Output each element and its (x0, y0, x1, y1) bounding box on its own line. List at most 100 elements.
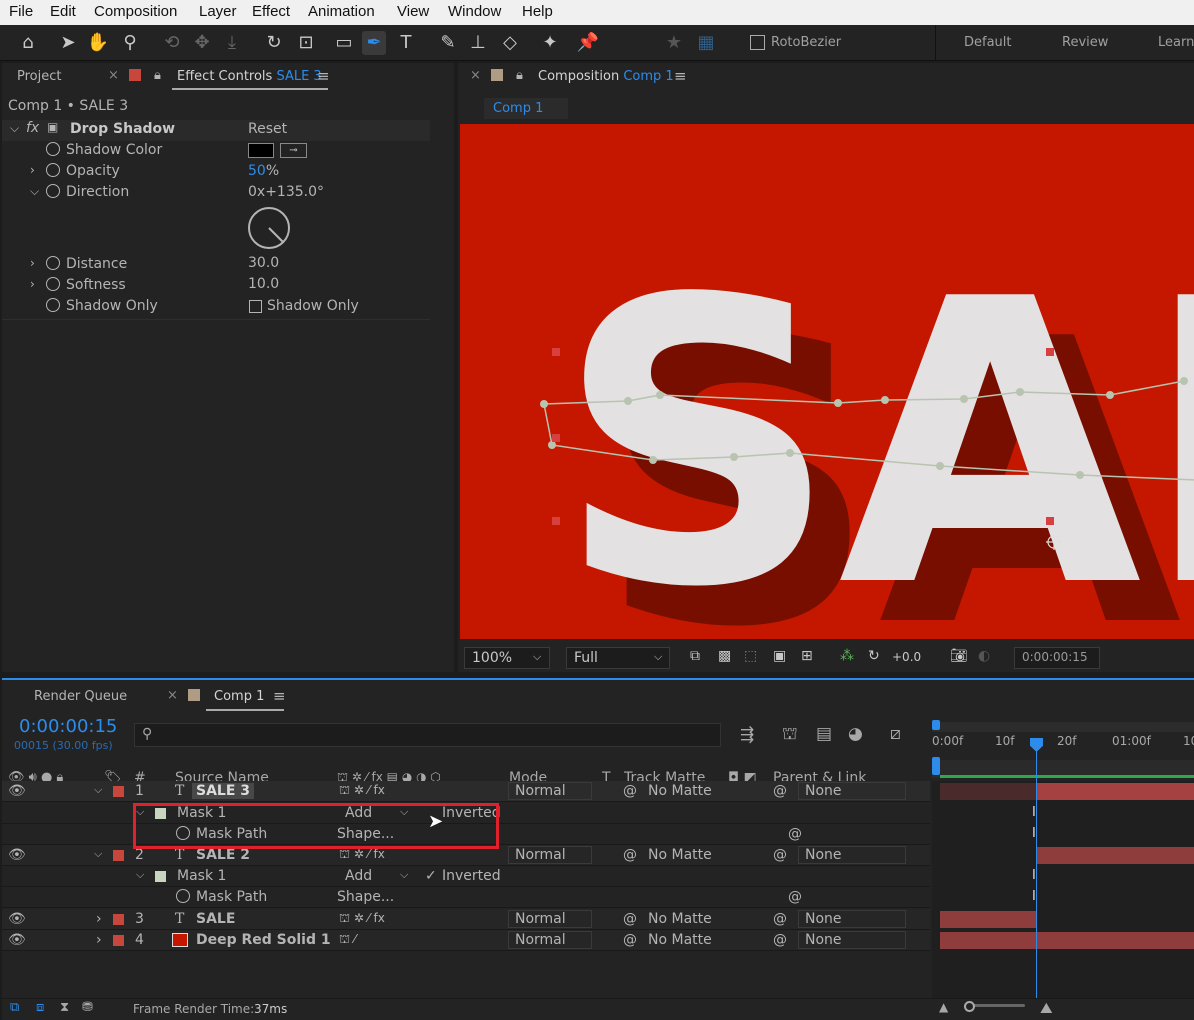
orbit-camera-icon[interactable]: ⟲ (160, 31, 184, 55)
mask-path-overlay[interactable]: SAL SAL (460, 124, 1194, 639)
track-matte-dropdown[interactable]: No Matte (648, 847, 712, 863)
menu-file[interactable]: File (9, 3, 33, 20)
chevron-down-icon[interactable]: ⌵ (94, 783, 102, 797)
layer-duration-bar[interactable] (1036, 783, 1194, 800)
chevron-right-icon[interactable]: › (30, 163, 35, 177)
fx-icon[interactable]: fx (26, 120, 39, 136)
eye-icon[interactable]: 👁︎ (8, 847, 26, 863)
softness-value[interactable]: 10.0 (248, 276, 279, 292)
region-of-interest-icon[interactable]: ▣ (773, 648, 786, 664)
clone-stamp-tool-icon[interactable]: ⊥ (466, 31, 490, 55)
chevron-down-icon[interactable]: ⌵ (136, 868, 144, 882)
mask-inverted-checkbox[interactable]: Inverted (442, 868, 501, 884)
workspace-default[interactable]: Default (964, 35, 1012, 50)
layer-name[interactable]: SALE (196, 911, 235, 927)
pan-behind-tool-icon[interactable]: ⊡ (294, 31, 318, 55)
menu-window[interactable]: Window (448, 3, 501, 20)
stopwatch-icon[interactable] (46, 184, 60, 198)
puppet-pin-tool-icon[interactable]: 📌 (576, 31, 600, 55)
pan-camera-icon[interactable]: ✥ (190, 31, 214, 55)
eye-icon[interactable]: 👁︎ (8, 932, 26, 948)
track-matte-dropdown[interactable]: No Matte (648, 911, 712, 927)
mask-path-shape-link[interactable]: Shape... (337, 889, 394, 905)
time-navigator-start[interactable] (932, 757, 940, 775)
layer-switches[interactable]: ⛫ ✲ ⁄ fx (339, 783, 385, 799)
menu-effect[interactable]: Effect (252, 3, 290, 20)
brush-tool-icon[interactable]: ✎ (436, 31, 460, 55)
layer-label-color[interactable] (113, 935, 124, 946)
parent-dropdown[interactable]: None (798, 931, 906, 949)
selection-tool-icon[interactable]: ➤ (56, 31, 80, 55)
mask-mode-dropdown[interactable]: Add (345, 868, 372, 884)
stopwatch-icon[interactable] (176, 889, 190, 903)
hand-tool-icon[interactable]: ✋ (86, 31, 110, 55)
graph-editor-icon[interactable]: ⧄ (890, 724, 901, 744)
mode-dropdown[interactable]: Normal (508, 910, 592, 928)
pick-whip-icon[interactable]: @ (773, 847, 787, 863)
stopwatch-icon[interactable] (46, 298, 60, 312)
menu-view[interactable]: View (397, 3, 429, 20)
rotobezier-checkbox[interactable] (750, 35, 765, 50)
eraser-tool-icon[interactable]: ◇ (498, 31, 522, 55)
layer-duration-bar-trimmed[interactable] (940, 783, 1036, 800)
pick-whip-icon[interactable]: @ (788, 889, 802, 905)
mask-visibility-icon[interactable]: ⬚ (744, 648, 757, 664)
transparency-grid-icon[interactable]: ▩ (718, 648, 731, 664)
menu-layer[interactable]: Layer (199, 3, 237, 20)
channel-icon[interactable]: ⁂ (840, 648, 854, 664)
pick-whip-icon[interactable]: @ (773, 911, 787, 927)
reset-exposure-icon[interactable]: ↻ (868, 648, 880, 664)
modes-toggle-icon[interactable]: ⧈ (36, 1000, 44, 1015)
work-area-start-handle[interactable] (932, 720, 940, 730)
pen-tool-icon[interactable]: ✒ (362, 31, 386, 55)
stopwatch-icon[interactable] (46, 163, 60, 177)
parent-dropdown[interactable]: None (798, 782, 906, 800)
stopwatch-icon[interactable] (46, 256, 60, 270)
workspace-review[interactable]: Review (1062, 35, 1108, 50)
parent-dropdown[interactable]: None (798, 910, 906, 928)
eyedropper-icon[interactable]: ⊸ (280, 143, 307, 158)
motion-blur-icon[interactable]: ◕ (848, 724, 863, 744)
rectangle-tool-icon[interactable]: ▭ (332, 31, 356, 55)
lock-icon[interactable]: 🔒︎ (154, 68, 161, 83)
direction-dial[interactable] (246, 205, 292, 251)
panel-menu-icon[interactable]: ≡ (317, 67, 330, 85)
workspace-learn[interactable]: Learn (1158, 35, 1194, 50)
chevron-down-icon[interactable]: ⌵ (94, 847, 102, 861)
zoom-in-icon[interactable]: ⛰ (1040, 999, 1053, 1017)
track-area[interactable] (932, 781, 1194, 1001)
menu-composition[interactable]: Composition (94, 3, 177, 20)
layer-label-color[interactable] (113, 914, 124, 925)
layer-switches[interactable]: ⛫ ✲ ⁄ fx (339, 911, 385, 927)
direction-value[interactable]: 0x+135.0° (248, 184, 324, 200)
fast-preview-icon[interactable]: ⧉ (690, 648, 700, 664)
layer-row[interactable]: 👁︎ ⌵ 1 T SALE 3 ⛫ ✲ ⁄ fx Normal @ No Mat… (2, 781, 930, 802)
chevron-down-icon[interactable]: ⌵ (10, 121, 19, 136)
layer-switches[interactable]: ⛫ ⁄ (339, 932, 356, 948)
layer-switches[interactable]: ⛫ ✲ ⁄ fx (339, 847, 385, 863)
tab-effect-controls[interactable]: Effect Controls SALE 3 (177, 69, 322, 84)
close-icon[interactable]: × (167, 688, 178, 703)
mask-row[interactable]: ⌵ Mask 1 Add ⌵ ✓ Inverted (2, 866, 930, 887)
rotation-tool-icon[interactable]: ↻ (262, 31, 286, 55)
mode-dropdown[interactable]: Normal (508, 846, 592, 864)
shadow-only-checkbox[interactable] (249, 300, 262, 313)
composition-canvas[interactable]: SAL SAL (460, 124, 1194, 639)
render-time-toggle-icon[interactable]: ⛃ (82, 1000, 93, 1015)
shadow-color-swatch[interactable] (248, 143, 274, 158)
tab-comp-1[interactable]: Comp 1 (214, 689, 264, 704)
mask-name[interactable]: Mask 1 (177, 868, 226, 884)
shy-layers-icon[interactable]: ⛫ (782, 724, 798, 746)
layer-label-color[interactable] (113, 850, 124, 861)
distance-value[interactable]: 30.0 (248, 255, 279, 271)
chevron-right-icon[interactable]: › (96, 932, 102, 948)
mode-dropdown[interactable]: Normal (508, 782, 592, 800)
composition-mini-flowchart-icon[interactable]: ⇶ (740, 725, 754, 745)
roto-brush-tool-icon[interactable]: ✦ (538, 31, 562, 55)
tab-composition[interactable]: Composition Comp 1 (538, 69, 674, 84)
lock-icon[interactable]: 🔒︎ (516, 68, 523, 83)
search-input[interactable] (134, 723, 721, 747)
chevron-right-icon[interactable]: › (30, 256, 35, 270)
zoom-out-icon[interactable]: ▲ (939, 1000, 948, 1014)
tab-project[interactable]: Project (17, 69, 61, 84)
